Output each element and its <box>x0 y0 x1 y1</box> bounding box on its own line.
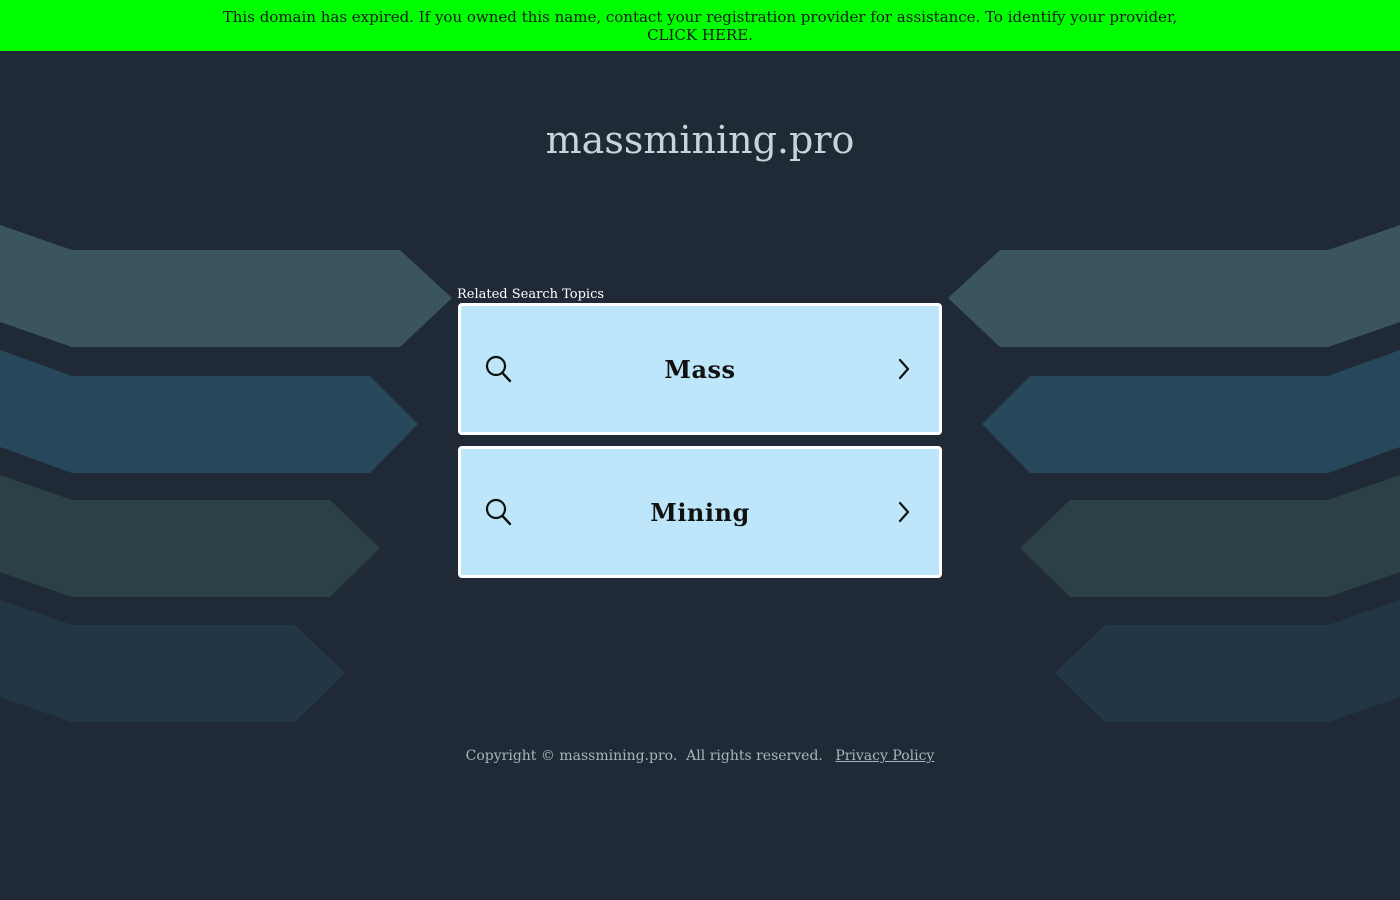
domain-title: massmining.pro <box>545 118 855 162</box>
chevron-right-icon <box>897 357 911 385</box>
topic-label: Mass <box>664 354 736 384</box>
topic-link-mining[interactable]: Mining <box>458 446 942 578</box>
copyright-text: Copyright © massmining.pro. All rights r… <box>465 748 823 764</box>
expired-domain-banner: This domain has expired. If you owned th… <box>0 0 1400 51</box>
banner-click-here-link[interactable]: CLICK HERE. <box>0 26 1400 44</box>
topic-label: Mining <box>650 497 750 527</box>
chevron-right-icon <box>897 500 911 528</box>
footer: Copyright © massmining.pro. All rights r… <box>0 748 1400 764</box>
topic-link-mass[interactable]: Mass <box>458 303 942 435</box>
related-search-label: Related Search Topics <box>457 287 605 302</box>
privacy-policy-link[interactable]: Privacy Policy <box>835 748 934 764</box>
banner-text: This domain has expired. If you owned th… <box>222 8 1178 26</box>
